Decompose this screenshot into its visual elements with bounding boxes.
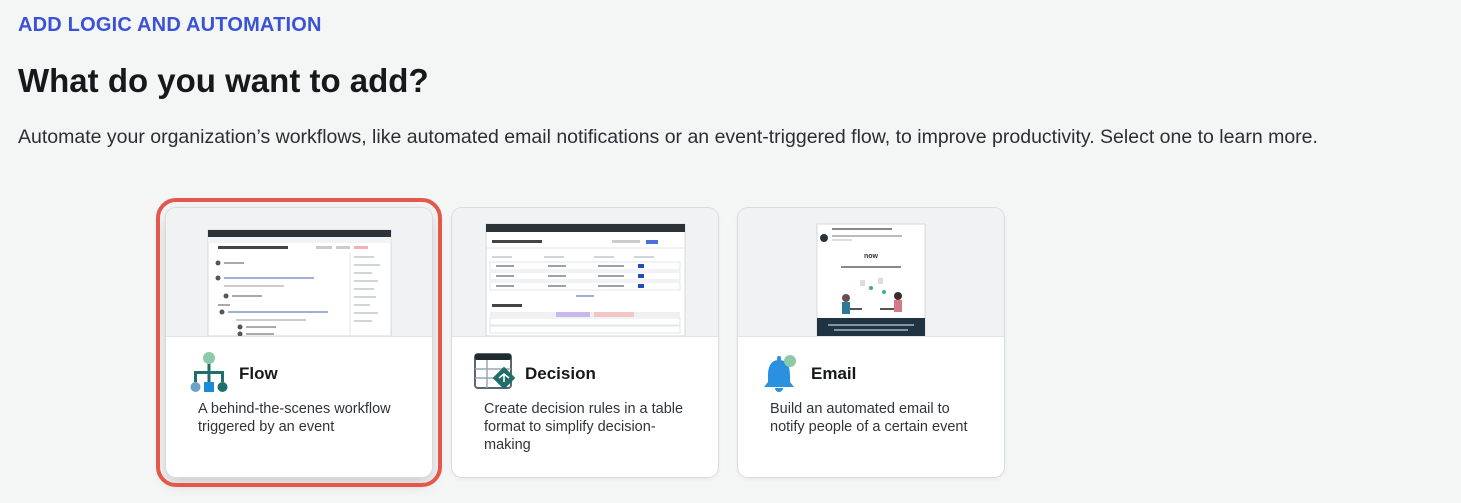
decision-thumbnail <box>452 208 718 337</box>
email-card-description: Build an automated email to notify peopl… <box>770 401 968 435</box>
page-subtitle: Automate your organization’s workflows, … <box>18 126 1318 148</box>
flow-card-description: A behind-the-scenes workflow triggered b… <box>198 401 391 435</box>
email-card-title: Email <box>811 364 857 383</box>
flow-card[interactable]: Flow A behind-the-scenes workflow trigge… <box>156 198 442 487</box>
flow-diagram-icon <box>188 352 230 394</box>
email-card[interactable]: now Email Build an automated email to no… <box>738 208 1004 477</box>
page-title: What do you want to add? <box>18 62 429 99</box>
flow-thumbnail <box>166 208 432 337</box>
email-screenshot-preview: now <box>816 223 926 337</box>
email-thumbnail: now <box>738 208 1004 337</box>
flow-card-title: Flow <box>239 364 278 383</box>
decision-card[interactable]: Decision Create decision rules in a tabl… <box>452 208 718 477</box>
flow-screenshot-preview <box>207 229 392 337</box>
decision-table-icon <box>474 352 516 394</box>
decision-card-description: Create decision rules in a table format … <box>484 401 684 453</box>
email-thumb-brand: now <box>864 253 879 260</box>
eyebrow-label: ADD LOGIC AND AUTOMATION <box>18 14 322 36</box>
bell-icon <box>760 352 802 394</box>
decision-screenshot-preview <box>485 223 686 337</box>
decision-card-title: Decision <box>525 364 596 383</box>
